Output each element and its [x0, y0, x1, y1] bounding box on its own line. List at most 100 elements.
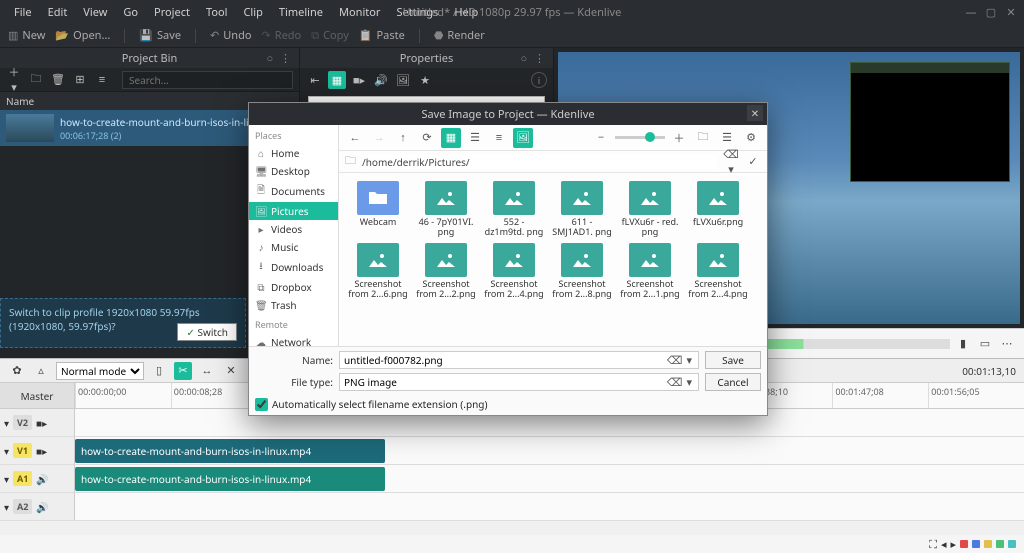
menu-project[interactable]: Project — [146, 5, 198, 20]
redo-button[interactable]: ↷Redo — [262, 28, 302, 43]
track-head-v2[interactable]: ▾V2■▸ — [0, 409, 75, 436]
file-item[interactable]: 46 - 7pY01VI. png — [415, 181, 477, 237]
tl-zoom-fit-icon[interactable]: ⛶ — [929, 537, 937, 552]
mute-icon[interactable]: ■▸ — [36, 416, 47, 430]
window-close-icon[interactable]: ✕ — [1004, 5, 1018, 20]
type-dropdown-icon[interactable]: ▾ — [684, 375, 694, 390]
prop-image-icon[interactable]: 🖼 — [394, 71, 412, 89]
mon-loop-icon[interactable]: ▭ — [976, 335, 994, 353]
switch-profile-button[interactable]: Switch — [177, 323, 237, 341]
view-preview-icon[interactable]: 🖼 — [513, 128, 533, 148]
view-icons-icon[interactable]: ▦ — [441, 128, 461, 148]
clear-type-icon[interactable]: ⌫ — [665, 375, 685, 390]
places-item[interactable]: 🗎Documents — [249, 180, 338, 202]
timeline-clip-audio[interactable]: how-to-create-mount-and-burn-isos-in-lin… — [75, 467, 385, 491]
file-item[interactable]: Screenshot from 2...6.png — [347, 243, 409, 299]
prop-effects-icon[interactable]: ▦ — [328, 71, 346, 89]
places-item[interactable]: 🖥Desktop — [249, 162, 338, 180]
places-item[interactable]: ♪Music — [249, 238, 338, 256]
menu-edit[interactable]: Edit — [40, 5, 76, 20]
file-item[interactable]: fLVXu6r - red. png — [619, 181, 681, 237]
tl-settings-icon[interactable]: ✿ — [8, 362, 26, 380]
tag-green-icon[interactable] — [996, 540, 1004, 548]
open-button[interactable]: 📂Open... — [55, 28, 110, 43]
filename-input[interactable] — [344, 353, 665, 367]
auto-extension-input[interactable] — [255, 398, 268, 411]
file-item[interactable]: Screenshot from 2...1.png — [619, 243, 681, 299]
menu-go[interactable]: Go — [115, 5, 146, 20]
file-item[interactable]: Screenshot from 2...4.png — [687, 243, 749, 299]
tool-spacer-icon[interactable]: ↔ — [198, 362, 216, 380]
panel-menu-icon[interactable]: ○ ⋮ — [520, 51, 547, 66]
path-input[interactable] — [362, 155, 717, 169]
track-body-a2[interactable] — [75, 493, 1024, 520]
file-grid[interactable]: Webcam46 - 7pY01VI. png552 - dz1m9td. pn… — [339, 173, 767, 346]
tag-red-icon[interactable] — [960, 540, 968, 548]
places-item[interactable]: ⧉Dropbox — [249, 278, 338, 296]
clear-name-icon[interactable]: ⌫ — [665, 353, 685, 368]
render-button[interactable]: ⬣Render — [434, 28, 485, 43]
delete-clip-icon[interactable]: 🗑 — [50, 72, 66, 87]
track-head-a1[interactable]: ▾A1🔊 — [0, 465, 75, 492]
new-button[interactable]: ▥New — [8, 28, 45, 43]
tl-zone-icon[interactable]: ▵ — [32, 362, 50, 380]
nav-reload-icon[interactable]: ⟳ — [417, 128, 437, 148]
window-maximize-icon[interactable]: ▢ — [984, 5, 998, 20]
file-item[interactable]: Screenshot from 2...8.png — [551, 243, 613, 299]
dialog-close-icon[interactable]: ✕ — [747, 105, 763, 121]
places-item[interactable]: 🗑Trash — [249, 296, 338, 314]
icon-size-slider[interactable] — [615, 136, 665, 139]
menu-clip[interactable]: Clip — [235, 5, 270, 20]
undo-button[interactable]: ↶Undo — [210, 28, 251, 43]
mute-icon[interactable]: 🔊 — [36, 472, 48, 486]
places-item[interactable]: ▸Videos — [249, 220, 338, 238]
file-item[interactable]: Screenshot from 2...4.png — [483, 243, 545, 299]
prop-audio-icon[interactable]: 🔊 — [372, 71, 390, 89]
panel-menu-icon[interactable]: ○ ⋮ — [266, 51, 293, 66]
menu-view[interactable]: View — [75, 5, 115, 20]
path-accept-icon[interactable]: ✓ — [745, 154, 761, 169]
track-head-v1[interactable]: ▾V1■▸ — [0, 437, 75, 464]
save-button[interactable]: 💾Save — [139, 28, 181, 43]
view-compact-icon[interactable]: ☰ — [465, 128, 485, 148]
paste-button[interactable]: 📋Paste — [359, 28, 405, 43]
menu-tool[interactable]: Tool — [198, 5, 236, 20]
timeline-clip-video[interactable]: how-to-create-mount-and-burn-isos-in-lin… — [75, 439, 385, 463]
tool-select-icon[interactable]: ▯ — [150, 362, 168, 380]
zoom-out-icon[interactable]: − — [591, 128, 611, 148]
menu-monitor[interactable]: Monitor — [331, 5, 388, 20]
places-item[interactable]: ⌂Home — [249, 144, 338, 162]
track-head-a2[interactable]: ▾A2🔊 — [0, 493, 75, 520]
file-item[interactable]: Screenshot from 2...2.png — [415, 243, 477, 299]
mon-marker-icon[interactable]: ▮ — [954, 335, 972, 353]
tool-razor-icon[interactable]: ✂ — [174, 362, 192, 380]
mute-icon[interactable]: 🔊 — [36, 500, 48, 514]
master-track-button[interactable]: Master — [0, 383, 75, 408]
tag-cyan-icon[interactable] — [1008, 540, 1016, 548]
nav-back-icon[interactable]: ← — [345, 128, 365, 148]
tl-next-icon[interactable]: ▸ — [950, 537, 956, 552]
options-icon[interactable]: ≡ — [94, 72, 110, 87]
track-body-v1[interactable]: how-to-create-mount-and-burn-isos-in-lin… — [75, 437, 1024, 464]
mon-more-icon[interactable]: ⋯ — [998, 335, 1016, 353]
cancel-file-button[interactable]: Cancel — [705, 373, 761, 391]
name-dropdown-icon[interactable]: ▾ — [684, 353, 694, 368]
path-clear-icon[interactable]: ⌫ ▾ — [723, 147, 739, 177]
window-minimize-icon[interactable]: — — [964, 5, 978, 20]
tag-icon[interactable]: ⊞ — [72, 72, 88, 87]
file-item[interactable]: 552 - dz1m9td. png — [483, 181, 545, 237]
filetype-select[interactable] — [344, 375, 665, 389]
file-item[interactable]: 611 - SMJ1AD1. png — [551, 181, 613, 237]
auto-extension-checkbox[interactable]: Automatically select filename extension … — [255, 395, 761, 411]
view-details-icon[interactable]: ≡ — [489, 128, 509, 148]
monitor-progress[interactable] — [741, 339, 950, 349]
menu-file[interactable]: File — [6, 5, 40, 20]
nav-forward-icon[interactable]: → — [369, 128, 389, 148]
prop-help-icon[interactable]: i — [531, 72, 547, 88]
tl-prev-icon[interactable]: ◂ — [941, 537, 947, 552]
settings-icon[interactable]: ⚙ — [741, 128, 761, 148]
edit-mode-select[interactable]: Normal mode — [56, 362, 144, 380]
tag-yellow-icon[interactable] — [984, 540, 992, 548]
dialog-titlebar[interactable]: Save Image to Project — Kdenlive ✕ — [249, 103, 767, 125]
zoom-in-icon[interactable]: ＋ — [669, 128, 689, 148]
